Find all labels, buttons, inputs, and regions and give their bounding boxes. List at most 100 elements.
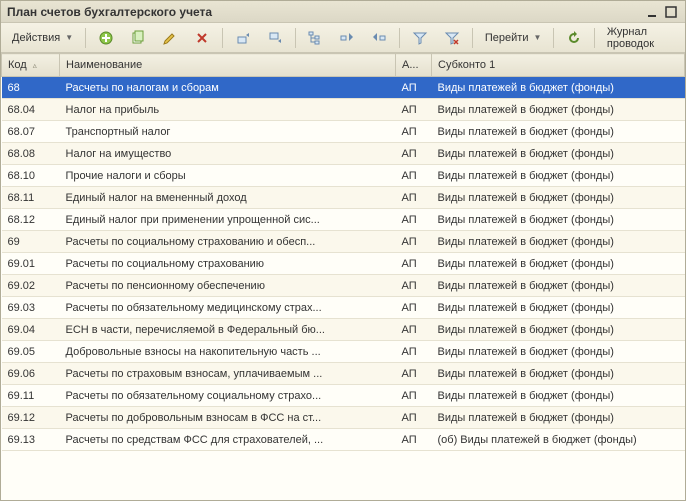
cell-ap: АП <box>396 407 432 429</box>
table-row[interactable]: 69.04ЕСН в части, перечисляемой в Федера… <box>2 319 685 341</box>
cell-sub: (об) Виды платежей в бюджет (фонды) <box>432 429 685 451</box>
cell-code: 68.08 <box>2 143 60 165</box>
table-row[interactable]: 69.03Расчеты по обязательному медицинско… <box>2 297 685 319</box>
maximize-button[interactable] <box>663 4 679 20</box>
sort-indicator-icon: ▵ <box>33 61 37 70</box>
cell-sub: Виды платежей в бюджет (фонды) <box>432 187 685 209</box>
table-row[interactable]: 69.05Добровольные взносы на накопительну… <box>2 341 685 363</box>
level-up-button[interactable] <box>332 26 362 50</box>
table-row[interactable]: 69.01Расчеты по социальному страхованиюА… <box>2 253 685 275</box>
cell-code: 68.10 <box>2 165 60 187</box>
titlebar: План счетов бухгалтерского учета <box>1 1 685 23</box>
toolbar: Действия ▼ <box>1 23 685 53</box>
table-row[interactable]: 69.11Расчеты по обязательному социальном… <box>2 385 685 407</box>
cell-code: 68.12 <box>2 209 60 231</box>
cell-ap: АП <box>396 341 432 363</box>
clear-filter-button[interactable] <box>437 26 467 50</box>
cell-ap: АП <box>396 165 432 187</box>
pencil-icon <box>162 30 178 46</box>
cell-name: Расчеты по обязательному социальному стр… <box>60 385 396 407</box>
cell-sub: Виды платежей в бюджет (фонды) <box>432 121 685 143</box>
minimize-button[interactable] <box>645 4 661 20</box>
window-title: План счетов бухгалтерского учета <box>7 5 643 19</box>
copy-button[interactable] <box>123 26 153 50</box>
table-row[interactable]: 69Расчеты по социальному страхованию и о… <box>2 231 685 253</box>
cell-name: Единый налог при применении упрощенной с… <box>60 209 396 231</box>
separator <box>472 28 473 48</box>
cell-code: 68 <box>2 77 60 99</box>
funnel-icon <box>412 30 428 46</box>
level-down-button[interactable] <box>364 26 394 50</box>
cell-code: 69.11 <box>2 385 60 407</box>
col-header-code[interactable]: Код ▵ <box>2 54 60 77</box>
table-row[interactable]: 68.12Единый налог при применении упрощен… <box>2 209 685 231</box>
cell-sub: Виды платежей в бюджет (фонды) <box>432 341 685 363</box>
cell-code: 68.04 <box>2 99 60 121</box>
cell-ap: АП <box>396 143 432 165</box>
cell-ap: АП <box>396 121 432 143</box>
table-row[interactable]: 69.02Расчеты по пенсионному обеспечениюА… <box>2 275 685 297</box>
cell-name: ЕСН в части, перечисляемой в Федеральный… <box>60 319 396 341</box>
cell-code: 68.11 <box>2 187 60 209</box>
separator <box>222 28 223 48</box>
level-up-icon <box>339 30 355 46</box>
edit-button[interactable] <box>155 26 185 50</box>
cell-ap: АП <box>396 319 432 341</box>
journal-label: Журнал проводок <box>607 26 674 50</box>
delete-button[interactable] <box>187 26 217 50</box>
move-down-icon <box>267 30 283 46</box>
cell-code: 69.06 <box>2 363 60 385</box>
actions-label: Действия <box>12 32 60 44</box>
cell-ap: АП <box>396 209 432 231</box>
cell-sub: Виды платежей в бюджет (фонды) <box>432 77 685 99</box>
col-header-sub[interactable]: Субконто 1 <box>432 54 685 77</box>
move-up-button[interactable] <box>228 26 258 50</box>
cell-ap: АП <box>396 429 432 451</box>
cell-name: Расчеты по обязательному медицинскому ст… <box>60 297 396 319</box>
cell-name: Прочие налоги и сборы <box>60 165 396 187</box>
copy-icon <box>130 30 146 46</box>
table-row[interactable]: 69.06Расчеты по страховым взносам, уплач… <box>2 363 685 385</box>
table-row[interactable]: 68.04Налог на прибыльАПВиды платежей в б… <box>2 99 685 121</box>
col-header-name[interactable]: Наименование <box>60 54 396 77</box>
filter-button[interactable] <box>405 26 435 50</box>
level-down-icon <box>371 30 387 46</box>
cell-ap: АП <box>396 99 432 121</box>
cell-ap: АП <box>396 77 432 99</box>
col-header-ap[interactable]: А... <box>396 54 432 77</box>
refresh-button[interactable] <box>559 26 589 50</box>
cell-ap: АП <box>396 253 432 275</box>
goto-menu[interactable]: Перейти ▼ <box>478 28 549 48</box>
cell-name: Расчеты по средствам ФСС для страховател… <box>60 429 396 451</box>
cell-sub: Виды платежей в бюджет (фонды) <box>432 407 685 429</box>
add-button[interactable] <box>91 26 121 50</box>
cell-name: Расчеты по налогам и сборам <box>60 77 396 99</box>
cell-sub: Виды платежей в бюджет (фонды) <box>432 143 685 165</box>
table-row[interactable]: 68.11Единый налог на вмененный доходАПВи… <box>2 187 685 209</box>
journal-button[interactable]: Журнал проводок <box>600 22 681 54</box>
grid[interactable]: Код ▵ Наименование А... Субконто 1 68Рас… <box>1 53 685 500</box>
actions-menu[interactable]: Действия ▼ <box>5 28 80 48</box>
separator <box>85 28 86 48</box>
cell-ap: АП <box>396 231 432 253</box>
cell-ap: АП <box>396 275 432 297</box>
table-row[interactable]: 69.13Расчеты по средствам ФСС для страхо… <box>2 429 685 451</box>
cell-sub: Виды платежей в бюджет (фонды) <box>432 231 685 253</box>
cell-code: 69.04 <box>2 319 60 341</box>
separator <box>553 28 554 48</box>
table-row[interactable]: 68.08Налог на имуществоАПВиды платежей в… <box>2 143 685 165</box>
table-row[interactable]: 68.10Прочие налоги и сборыАПВиды платеже… <box>2 165 685 187</box>
delete-x-icon <box>194 30 210 46</box>
chevron-down-icon: ▼ <box>533 33 541 42</box>
cell-sub: Виды платежей в бюджет (фонды) <box>432 209 685 231</box>
cell-sub: Виды платежей в бюджет (фонды) <box>432 165 685 187</box>
move-down-button[interactable] <box>260 26 290 50</box>
table-row[interactable]: 69.12Расчеты по добровольным взносам в Ф… <box>2 407 685 429</box>
hierarchy-button[interactable] <box>300 26 330 50</box>
table-header-row: Код ▵ Наименование А... Субконто 1 <box>2 54 685 77</box>
cell-name: Расчеты по страховым взносам, уплачиваем… <box>60 363 396 385</box>
cell-sub: Виды платежей в бюджет (фонды) <box>432 385 685 407</box>
table-row[interactable]: 68Расчеты по налогам и сборамАПВиды плат… <box>2 77 685 99</box>
table-row[interactable]: 68.07Транспортный налогАПВиды платежей в… <box>2 121 685 143</box>
plus-circle-icon <box>98 30 114 46</box>
